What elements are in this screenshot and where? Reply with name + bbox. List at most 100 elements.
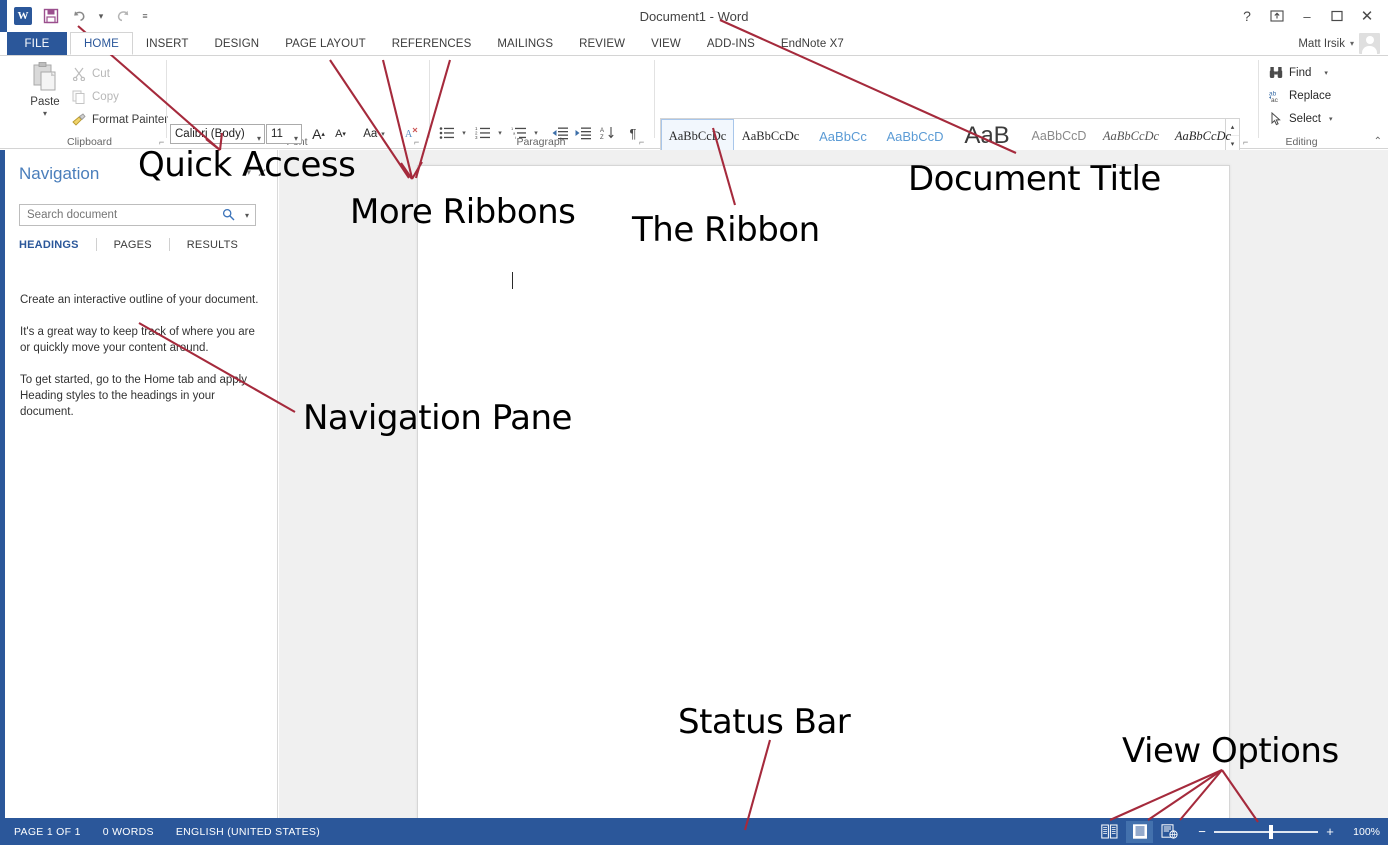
window-buttons: ? – ✕ <box>1232 4 1382 28</box>
paintbrush-glyph <box>72 113 87 127</box>
page-indicator[interactable]: PAGE 1 OF 1 <box>14 826 81 838</box>
minimize-button[interactable]: – <box>1292 4 1322 28</box>
search-box[interactable]: ▾ <box>19 204 256 226</box>
copy-glyph <box>72 90 86 104</box>
tab-endnote-x7[interactable]: EndNote X7 <box>768 32 857 55</box>
tab-design[interactable]: DESIGN <box>201 32 272 55</box>
decrease-indent-button[interactable] <box>549 123 571 143</box>
clear-formatting-button[interactable]: A <box>400 123 422 144</box>
grow-font-button[interactable]: A▴ <box>308 123 329 144</box>
cut-button[interactable]: Cut <box>71 64 110 83</box>
word-logo-icon[interactable]: W <box>10 4 36 28</box>
customize-quick-access-icon[interactable]: ≡ <box>138 4 152 28</box>
document-page[interactable] <box>417 165 1230 820</box>
maximize-button[interactable] <box>1322 4 1352 28</box>
undo-icon[interactable] <box>66 4 92 28</box>
tab-page-layout[interactable]: PAGE LAYOUT <box>272 32 379 55</box>
scissors-icon <box>71 66 87 82</box>
select-caret-icon[interactable]: ▾ <box>1329 115 1333 123</box>
find-button[interactable]: Find ▾ <box>1268 62 1328 83</box>
tab-view[interactable]: VIEW <box>638 32 694 55</box>
word-count[interactable]: 0 WORDS <box>103 826 154 838</box>
zoom-slider-thumb[interactable] <box>1269 825 1273 839</box>
collapse-ribbon-button[interactable]: ⌃ <box>1374 136 1382 147</box>
print-layout-icon[interactable] <box>1126 821 1153 843</box>
tab-add-ins[interactable]: ADD-INS <box>694 32 768 55</box>
binoculars-glyph <box>1269 66 1283 79</box>
zoom-in-button[interactable]: + <box>1324 826 1336 838</box>
help-button[interactable]: ? <box>1232 4 1262 28</box>
change-case-button[interactable]: Aa▾ <box>358 123 390 144</box>
language-indicator[interactable]: ENGLISH (UNITED STATES) <box>176 826 320 838</box>
bullets-caret-icon[interactable]: ▾ <box>458 125 470 141</box>
format-painter-button[interactable]: Format Painter <box>71 110 168 129</box>
zoom-level[interactable]: 100% <box>1346 826 1380 838</box>
navigation-close-icon[interactable]: ✕ <box>257 166 267 180</box>
tab-review[interactable]: REVIEW <box>566 32 638 55</box>
paste-caret-icon[interactable]: ▾ <box>43 109 47 118</box>
multilevel-list-button[interactable]: 1 a i <box>508 123 530 143</box>
find-caret-icon[interactable]: ▾ <box>1324 69 1328 77</box>
style-preview: AaBbCcD <box>1023 129 1095 143</box>
save-icon[interactable] <box>38 4 64 28</box>
word-window: W ▾ ≡ <box>0 0 1388 845</box>
copy-icon <box>71 89 87 105</box>
search-input[interactable] <box>25 205 215 225</box>
magnifier-icon[interactable] <box>222 208 235 224</box>
read-mode-icon[interactable] <box>1096 821 1123 843</box>
undo-dropdown-caret[interactable]: ▾ <box>94 4 108 28</box>
account-caret-icon[interactable]: ▾ <box>1350 39 1354 48</box>
change-case-label: Aa <box>363 128 377 140</box>
select-label: Select <box>1289 113 1321 125</box>
copy-label: Copy <box>92 91 119 103</box>
replace-label: Replace <box>1289 90 1331 102</box>
style-preview: AaBbCcDc <box>735 129 807 144</box>
search-options-caret-icon[interactable]: ▾ <box>245 211 249 220</box>
close-button[interactable]: ✕ <box>1352 4 1382 28</box>
tab-home[interactable]: HOME <box>70 32 133 55</box>
show-formatting-marks-button[interactable]: ¶ <box>622 123 644 143</box>
font-size-combobox[interactable]: 11 ▾ <box>266 124 302 144</box>
avatar[interactable] <box>1359 33 1380 54</box>
ribbon-display-options-icon[interactable] <box>1262 4 1292 28</box>
web-layout-icon[interactable] <box>1156 821 1183 843</box>
account-area[interactable]: Matt Irsik ▾ <box>1298 32 1380 55</box>
tab-file[interactable]: FILE <box>7 32 67 55</box>
numbering-button[interactable]: 1 2 3 <box>472 123 494 143</box>
shrink-font-button[interactable]: A▾ <box>330 123 351 144</box>
font-size-caret-icon[interactable]: ▾ <box>294 130 298 148</box>
tab-insert[interactable]: INSERT <box>133 32 202 55</box>
copy-button[interactable]: Copy <box>71 87 119 106</box>
replace-button[interactable]: ab ac Replace <box>1268 85 1331 106</box>
numbering-caret-icon[interactable]: ▾ <box>494 125 506 141</box>
nav-tab-pages[interactable]: PAGES <box>114 239 169 251</box>
styles-dialog-launcher-icon[interactable]: ⌐ <box>1243 137 1253 147</box>
tab-references[interactable]: REFERENCES <box>379 32 485 55</box>
nav-tab-results[interactable]: RESULTS <box>187 239 255 251</box>
ribbon-group-clipboard: Paste ▾ Cut <box>7 56 172 149</box>
redo-icon[interactable] <box>110 4 136 28</box>
ribbon: Paste ▾ Cut <box>0 55 1388 149</box>
cursor-arrow-glyph <box>1270 112 1283 126</box>
tab-mailings[interactable]: MAILINGS <box>484 32 566 55</box>
bullets-button[interactable] <box>436 123 458 143</box>
print-layout-glyph <box>1132 824 1148 839</box>
quick-access-toolbar[interactable]: W ▾ ≡ <box>10 4 152 28</box>
sort-button[interactable]: A Z <box>597 123 619 143</box>
multilevel-caret-icon[interactable]: ▾ <box>530 125 542 141</box>
select-button[interactable]: Select ▾ <box>1268 108 1332 129</box>
pilcrow-icon: ¶ <box>630 126 637 141</box>
paste-button[interactable]: Paste ▾ <box>21 60 69 134</box>
increase-indent-button[interactable] <box>572 123 594 143</box>
navigation-options-caret-icon[interactable]: ▾ <box>246 167 251 178</box>
window-accent-stripe <box>0 0 7 32</box>
svg-text:A: A <box>405 129 413 140</box>
zoom-slider[interactable] <box>1214 831 1318 833</box>
font-name-caret-icon[interactable]: ▾ <box>257 130 261 148</box>
font-name-combobox[interactable]: Calibri (Body) ▾ <box>170 124 265 144</box>
read-mode-glyph <box>1101 824 1118 839</box>
paintbrush-icon <box>71 112 87 128</box>
zoom-out-button[interactable]: − <box>1196 826 1208 838</box>
nav-tab-headings[interactable]: HEADINGS <box>19 239 96 251</box>
binoculars-icon <box>1268 65 1284 81</box>
